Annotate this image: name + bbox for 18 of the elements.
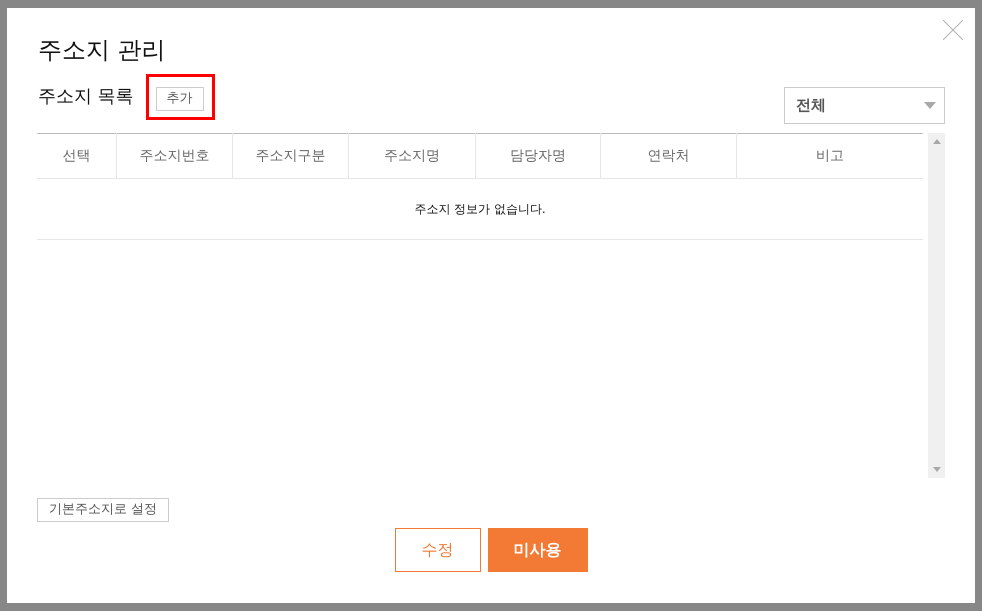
- column-header: 비고: [736, 134, 923, 178]
- dialog-title: 주소지 관리: [38, 35, 166, 65]
- set-default-button[interactable]: 기본주소지로 설정: [37, 498, 170, 522]
- scroll-down-icon[interactable]: [932, 467, 940, 472]
- close-icon[interactable]: [943, 20, 963, 40]
- column-header: 주소지번호: [116, 134, 232, 178]
- filter-dropdown[interactable]: 전체: [784, 87, 945, 124]
- column-header: 선택: [37, 134, 116, 178]
- caret-icon: [924, 102, 936, 109]
- list-heading: 주소지 목록: [38, 86, 134, 108]
- scroll-up-icon[interactable]: [932, 139, 940, 144]
- column-header: 주소지구분: [232, 134, 348, 178]
- column-header: 주소지명: [348, 134, 476, 178]
- empty-message: 주소지 정보가 없습니다.: [37, 178, 923, 240]
- column-header: 담당자명: [476, 134, 600, 178]
- scrollbar[interactable]: [928, 133, 945, 478]
- column-header: 연락처: [600, 134, 736, 178]
- add-button[interactable]: 추가: [156, 87, 204, 111]
